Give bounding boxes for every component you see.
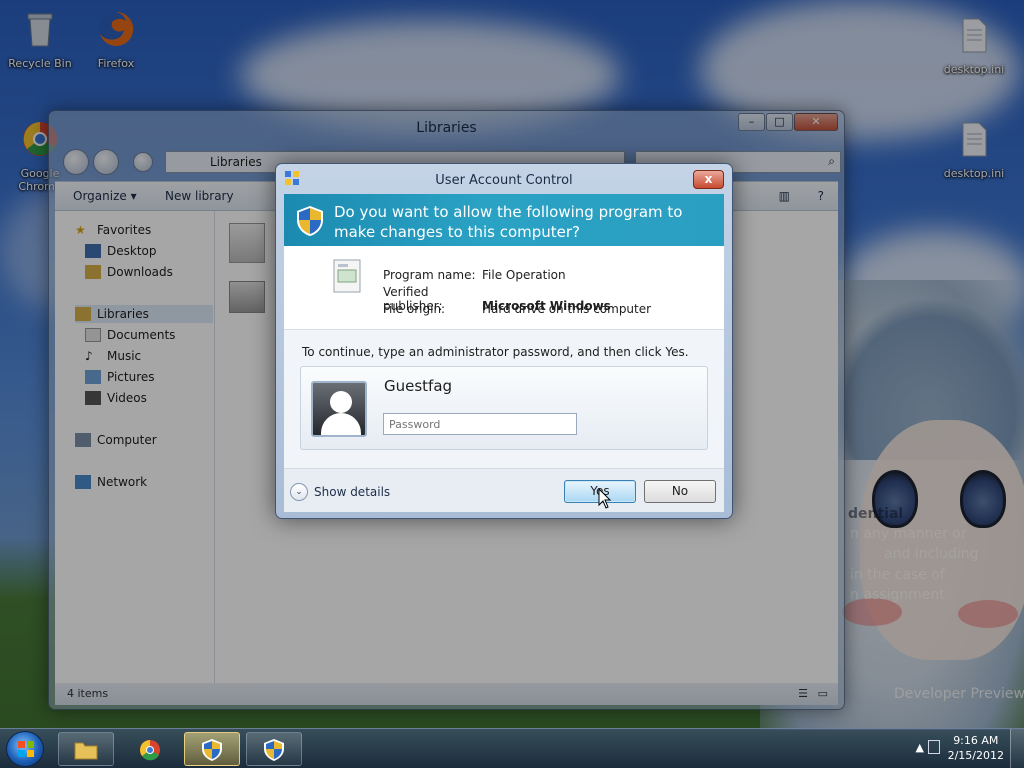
uac-question: Do you want to allow the following progr… bbox=[334, 203, 683, 241]
windows-logo-icon bbox=[18, 741, 34, 757]
action-center-icon[interactable]: ▲ bbox=[916, 741, 924, 754]
clock-time: 9:16 AM bbox=[953, 734, 999, 747]
folder-icon bbox=[74, 742, 98, 760]
uac-footer: ⌄ Show details Yes No bbox=[284, 468, 724, 512]
credential-username: Guestfag bbox=[384, 377, 453, 395]
chevron-down-icon: ⌄ bbox=[290, 483, 308, 501]
info-value: File Operation bbox=[482, 268, 566, 282]
mouse-cursor-icon bbox=[598, 488, 612, 509]
uac-title: User Account Control bbox=[435, 173, 573, 188]
user-avatar-icon bbox=[311, 381, 367, 437]
system-tray-clock[interactable]: 9:16 AM 2/15/2012 bbox=[948, 733, 1004, 763]
program-info: Program name: File Operation Verified pub… bbox=[284, 246, 724, 330]
uac-dialog: User Account Control x Do you want to al… bbox=[275, 163, 733, 519]
shield-icon bbox=[202, 739, 222, 761]
clock-date: 2/15/2012 bbox=[947, 749, 1004, 762]
taskbar-chrome-button[interactable] bbox=[122, 732, 178, 766]
info-program-name: Program name: File Operation bbox=[383, 268, 566, 282]
show-desktop-button[interactable] bbox=[1010, 729, 1024, 768]
shield-icon bbox=[264, 739, 284, 761]
uac-close-button[interactable]: x bbox=[693, 170, 724, 189]
password-field[interactable] bbox=[383, 413, 577, 435]
uac-instruction: To continue, type an administrator passw… bbox=[302, 345, 689, 359]
info-value: Hard drive on this computer bbox=[482, 302, 652, 316]
show-details-label: Show details bbox=[314, 485, 391, 499]
info-file-origin: File origin: Hard drive on this computer bbox=[383, 302, 651, 316]
credential-tile[interactable]: Guestfag bbox=[300, 366, 708, 450]
taskbar: 9:16 AM 2/15/2012 ▲ bbox=[0, 728, 1024, 768]
user-avatar-head bbox=[330, 391, 352, 413]
shield-icon bbox=[297, 206, 323, 236]
no-button[interactable]: No bbox=[644, 480, 716, 503]
show-details-toggle[interactable]: ⌄ Show details bbox=[290, 483, 390, 501]
taskbar-explorer-button[interactable] bbox=[58, 732, 114, 766]
info-label: Program name: bbox=[383, 268, 476, 282]
network-tray-icon[interactable] bbox=[928, 740, 940, 754]
start-button[interactable] bbox=[6, 731, 44, 767]
taskbar-uac-button[interactable] bbox=[246, 732, 302, 766]
uac-body: Program name: File Operation Verified pub… bbox=[284, 246, 724, 468]
chrome-icon bbox=[140, 740, 160, 761]
taskbar-uac-button[interactable] bbox=[184, 732, 240, 766]
program-icon bbox=[333, 259, 361, 293]
user-avatar-body bbox=[321, 413, 361, 435]
uac-banner: Do you want to allow the following progr… bbox=[284, 194, 724, 246]
info-label: File origin: bbox=[383, 302, 446, 316]
